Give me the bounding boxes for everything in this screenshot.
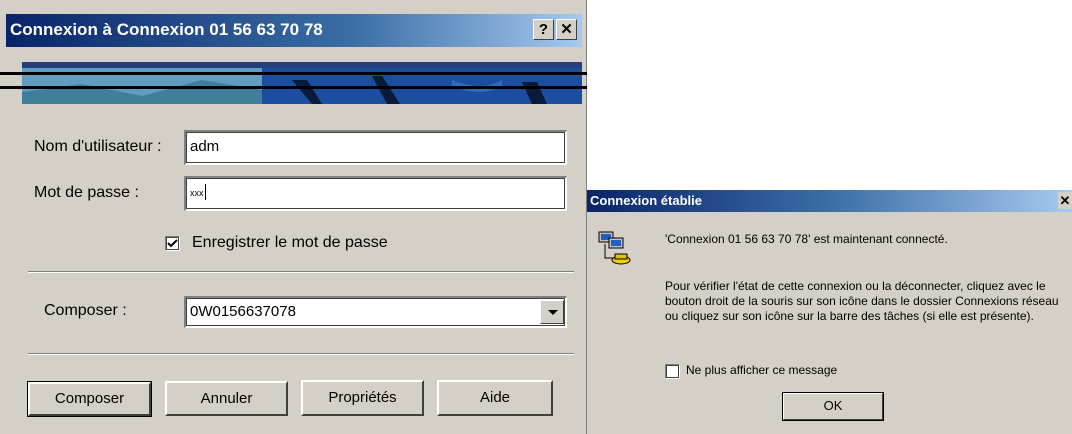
dial-dialog-title: Connexion à Connexion 01 56 63 70 78 [10, 20, 323, 39]
save-password-checkbox[interactable] [165, 236, 180, 251]
separator-2 [28, 353, 574, 355]
password-input[interactable]: xxx [184, 176, 567, 211]
username-label: Nom d'utilisateur : [34, 138, 162, 155]
dial-number-dropdown[interactable]: 0W0156637078 [184, 296, 567, 328]
connection-banner-image [22, 62, 582, 104]
separator-1 [28, 271, 574, 273]
connected-dialog-title: Connexion établie [590, 193, 702, 208]
chevron-down-icon[interactable] [540, 300, 564, 324]
dont-show-checkbox[interactable] [665, 364, 680, 379]
banner-divider-bottom [0, 86, 587, 89]
connected-status-message: 'Connexion 01 56 63 70 78' est maintenan… [665, 232, 948, 246]
checkmark-icon [167, 239, 178, 248]
dial-dialog: Connexion à Connexion 01 56 63 70 78 ? ✕… [0, 0, 587, 434]
dial-button[interactable]: Composer [27, 381, 152, 417]
connection-info-message: Pour vérifier l'état de cette connexion … [665, 279, 1059, 323]
properties-button[interactable]: Propriétés [301, 380, 424, 416]
text-cursor [204, 184, 206, 200]
connection-established-dialog: Connexion établie ✕ 'Connexion 01 56 63 … [587, 190, 1072, 434]
banner-divider-top [0, 72, 587, 75]
username-input[interactable]: adm [184, 130, 567, 165]
close-button[interactable]: ✕ [1058, 192, 1072, 209]
network-connection-icon [597, 230, 631, 271]
cancel-button[interactable]: Annuler [165, 381, 288, 416]
password-label: Mot de passe : [34, 184, 139, 201]
dial-label: Composer : [44, 302, 127, 319]
password-mask: xxx [190, 188, 204, 198]
dont-show-label: Ne plus afficher ce message [686, 363, 838, 377]
close-button[interactable]: ✕ [556, 19, 577, 40]
help-button[interactable]: ? [533, 19, 554, 40]
save-password-label: Enregistrer le mot de passe [192, 234, 388, 251]
ok-button[interactable]: OK [782, 392, 884, 421]
connected-dialog-titlebar[interactable]: Connexion établie ✕ [587, 190, 1072, 212]
dial-dialog-titlebar[interactable]: Connexion à Connexion 01 56 63 70 78 ? ✕ [6, 14, 582, 47]
help-text-button[interactable]: Aide [437, 380, 553, 416]
dial-number-value: 0W0156637078 [190, 303, 296, 320]
